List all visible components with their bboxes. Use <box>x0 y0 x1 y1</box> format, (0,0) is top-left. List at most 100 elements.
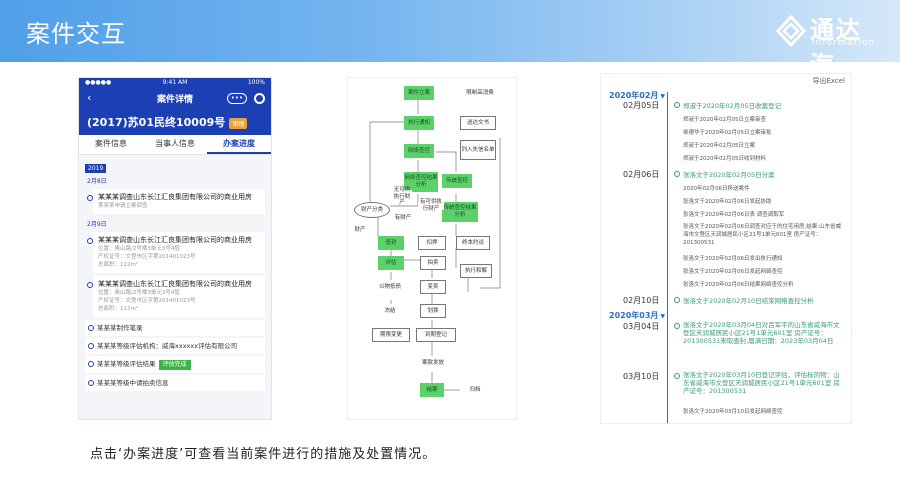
case-number: (2017)苏01民终10009号 <box>87 116 226 129</box>
slide: 案件交互 通达海 Information ●●●●● 9:41 AM 100% … <box>0 0 900 500</box>
flow-node-online-inquiry: 网络查控 <box>404 144 434 158</box>
logo-subtitle: Information <box>812 38 876 48</box>
progress-row[interactable]: 某某某等级中请拍卖信息 <box>85 375 265 391</box>
flow-node-case-filed: 案件立案 <box>404 86 434 100</box>
flow-node-property-classification: 财产分类 <box>354 202 390 218</box>
close-target-icon[interactable] <box>254 93 265 104</box>
flow-node-restrict-spending: 限制高消费 <box>460 86 500 100</box>
flow-node-final-interview: 终本约谈 <box>456 236 490 250</box>
card-title: 某某某调查山东长江汇良集团有限公司的商业用房 <box>98 236 252 244</box>
timeline-sub-event: 郑淑于2020年02月05日立案 <box>683 143 755 149</box>
timeline-sub-event: 张洛文于2020年02月06日发起网络查控 <box>683 269 783 275</box>
timeline-day: 02月05日 <box>623 101 660 110</box>
card-detail: 产权证号：文登市区字第201401023号 <box>98 254 196 260</box>
progress-card[interactable]: 某某某调查山东长江汇良集团有限公司的商业用房 某某某申请立案调查 <box>87 189 265 214</box>
timeline-event[interactable]: 张洛文于2020年02月05日分案 <box>674 169 775 179</box>
card-title: 某某某调查山东长江汇良集团有限公司的商业用房 <box>98 193 252 201</box>
company-logo: 通达海 Information <box>774 12 884 79</box>
row-text: 某某某等级评估结果 <box>97 360 156 368</box>
case-timeline: 导出Excel 2020年02月 ▼ 02月05日 郑淑于2020年02月05日收… <box>600 73 852 424</box>
timeline-event[interactable]: 张洛文于2020年03月04日对吕军平的山东省威海市文登区天润城居民小区21号1… <box>674 321 845 345</box>
card-detail: 总面积：112m² <box>98 306 139 312</box>
timeline-sub-event: 郑淑于2020年02月05日收到材料 <box>683 156 766 162</box>
page-title: 案件交互 <box>26 20 126 48</box>
card-detail: 位置：奥山路/2号楼3单元3号4层 <box>98 290 180 296</box>
case-header: (2017)苏01民终10009号 审理 <box>79 109 271 135</box>
timeline-sub-event: 侯德华于2020年02月05日立案审批 <box>683 130 772 136</box>
flow-label-available-property: 有可供执行财产 <box>418 199 444 212</box>
tab-case-info[interactable]: 案件信息 <box>79 135 143 154</box>
status-bar: ●●●●● 9:41 AM 100% <box>79 78 271 87</box>
flow-node-freeze: 冻结 <box>376 304 404 318</box>
process-flowchart: 案件立案 限制高消费 执行通知 送达文书 网络查控 列入失信名单 网络查控结果分… <box>347 77 517 420</box>
timeline-sub-event: 张洛文于2020年02月06日发起协助 <box>683 199 772 205</box>
battery-indicator: 100% <box>247 79 265 86</box>
card-detail: 位置：奥山路/2号楼3单元3号4层 <box>98 246 180 252</box>
timeline-sub-event: 张洛文于2020年02月06日表 调查调取军 <box>683 212 785 218</box>
flow-node-debt-in-kind: 以物抵债 <box>370 280 410 294</box>
timeline-day: 02月06日 <box>623 170 660 179</box>
flow-node-case-closed: 结案 <box>420 383 444 397</box>
date-label: 2月9日 <box>87 221 107 228</box>
flow-node-due-registration: 到期登记 <box>416 328 456 342</box>
status-badge: 评估完成 <box>158 360 191 370</box>
timeline-sub-event: 张洛文于2020年02月06日结果网络查控分析 <box>683 282 794 288</box>
progress-row[interactable]: 某某某等级评估机构：威海xxxxxx评估有限公司 <box>85 338 265 354</box>
card-detail: 产权证号：文登市区字第201401023号 <box>98 298 196 304</box>
export-excel-button[interactable]: 导出Excel <box>812 76 845 86</box>
timeline-event[interactable]: 张洛文于2020年03月10日登记评估，评估标的物：山东省威海市文登区天润城居民… <box>674 371 845 395</box>
timeline-axis <box>667 92 668 423</box>
card-detail: 某某某申请立案调查 <box>98 203 148 209</box>
chevron-down-icon: ▼ <box>660 93 666 100</box>
flow-label-property: 财产 <box>350 226 370 234</box>
timeline-event[interactable]: 郑淑于2020年02月05日收案登记 <box>673 100 781 110</box>
slide-caption: 点击‘办案进度’可查看当前案件进行的措施及处置情况。 <box>90 447 437 462</box>
flow-node-detain: 扣押 <box>418 236 446 250</box>
timeline-sub-event: 郑淑于2020年02月05日立案审查 <box>683 117 766 123</box>
flow-node-deliver-documents: 送达文书 <box>460 116 496 130</box>
mobile-case-detail-screen: ●●●●● 9:41 AM 100% ‹ 案件详情 ••• (2017)苏01民… <box>78 77 272 420</box>
progress-card[interactable]: 某某某调查山东长江汇良集团有限公司的商业用房 位置：奥山路/2号楼3单元3号4层… <box>87 232 265 273</box>
timeline-day: 03月04日 <box>623 322 660 331</box>
timeline-sub-event: 2020年02月06日移送案件 <box>683 186 750 192</box>
flow-node-sell: 变卖 <box>420 280 446 294</box>
flow-node-traditional-inquiry: 传统查控 <box>442 174 472 188</box>
tab-case-progress[interactable]: 办案进度 <box>207 135 271 154</box>
flow-node-traditional-result-analysis: 传统查控结果分析 <box>442 202 478 222</box>
header-banner: 案件交互 通达海 Information <box>0 0 900 79</box>
tab-party-info[interactable]: 当事人信息 <box>143 135 207 154</box>
flow-node-settlement: 执行和解 <box>460 264 492 278</box>
timeline-sub-event: 张洛文于2020年02月06日发出执行通知 <box>683 256 783 262</box>
flow-node-seize: 查封 <box>378 236 404 250</box>
timeline-sub-event: 张洛文于2020年03月10日发起网络查控 <box>683 409 783 415</box>
date-label: 2月8日 <box>87 178 107 185</box>
card-detail: 总面积：112m² <box>98 262 139 268</box>
timeline-event[interactable]: 张洛文于2020年02月10日结束网络查控分析 <box>674 295 814 305</box>
timeline-day: 03月10日 <box>623 372 660 381</box>
flow-node-evaluate: 评估 <box>378 256 404 270</box>
progress-row[interactable]: 某某某等级评估结果 评估完成 <box>85 356 265 373</box>
chevron-down-icon: ▼ <box>660 313 666 320</box>
flow-label-has-property: 有财产 <box>388 214 418 222</box>
year-label: 2019 <box>85 164 107 173</box>
status-time: 9:41 AM <box>162 79 188 86</box>
flow-node-archive: 归档 <box>462 383 488 397</box>
flow-node-auction: 拍卖 <box>420 256 446 270</box>
timeline-sub-event: 张洛文于2020年02月06日调查对应于的住宅用房,结果:山东省威海市文登区天润… <box>683 224 842 246</box>
flow-node-period-change: 期限变更 <box>372 328 410 342</box>
timeline-month[interactable]: 2020年03月 ▼ <box>609 310 665 321</box>
flow-node-payment-release: 案款发放 <box>418 356 448 370</box>
progress-row[interactable]: 某某某制作笔录 <box>85 320 265 336</box>
more-menu-icon[interactable]: ••• <box>227 93 247 104</box>
status-badge: 审理 <box>229 117 248 129</box>
nav-bar: ‹ 案件详情 ••• <box>79 87 271 109</box>
card-title: 某某某调查山东长江汇良集团有限公司的商业用房 <box>98 280 252 288</box>
flow-node-transfer: 划拨 <box>420 304 446 318</box>
flow-label-no-property: 无可供执行财产 <box>392 187 412 207</box>
progress-card[interactable]: 某某某调查山东长江汇良集团有限公司的商业用房 位置：奥山路/2号楼3单元3号4层… <box>87 276 265 317</box>
timeline-day: 02月10日 <box>623 296 660 305</box>
case-tabs: 案件信息 当事人信息 办案进度 <box>79 135 271 155</box>
logo-mark-icon <box>775 14 807 48</box>
flow-node-dishonest-list: 列入失信名单 <box>460 140 496 160</box>
flow-node-execution-notice: 执行通知 <box>404 116 434 130</box>
